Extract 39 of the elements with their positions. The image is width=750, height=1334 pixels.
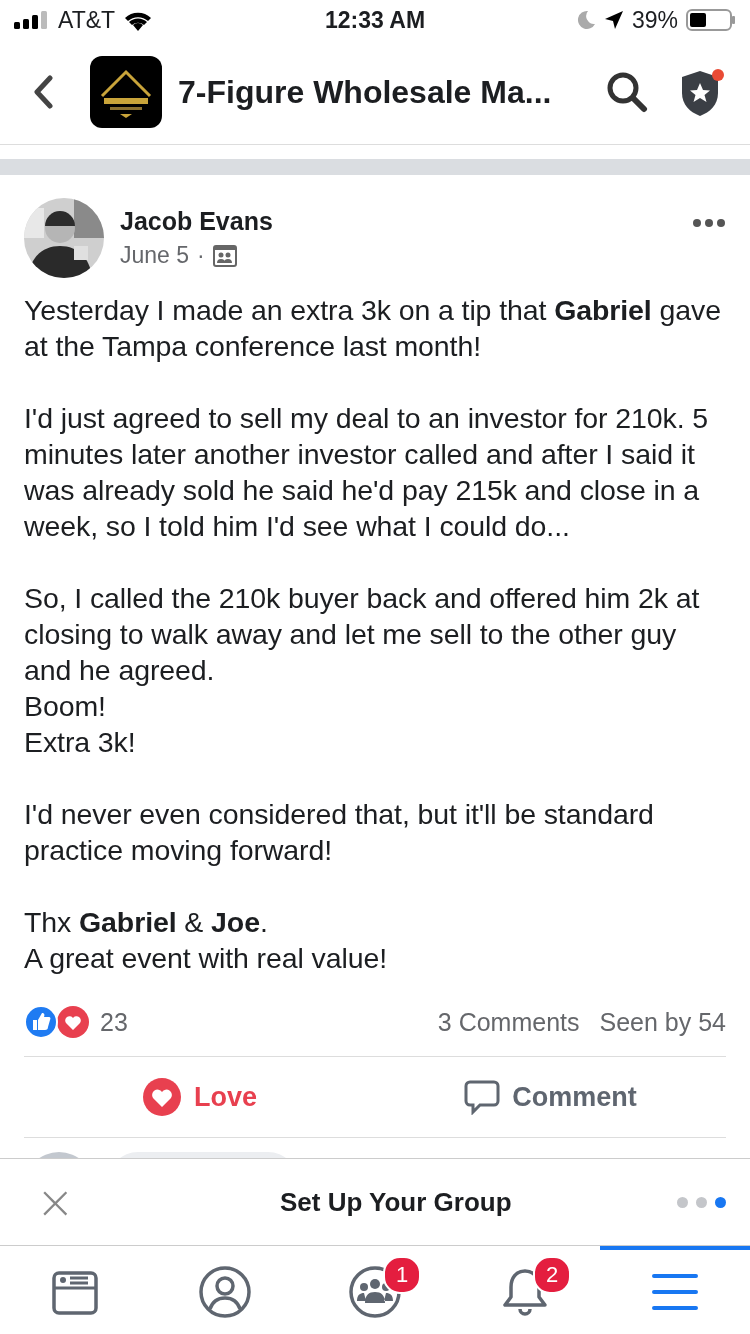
banner-title: Set Up Your Group	[278, 1186, 513, 1218]
comment-button[interactable]: Comment	[375, 1057, 726, 1137]
notifications-tab[interactable]: 2	[450, 1246, 600, 1334]
signal-icon	[14, 11, 50, 29]
carrier: AT&T	[58, 6, 116, 34]
post-text: I'd just agreed to sell my deal to an investor for 210k. 5 minutes later another investor called and after I said it was already sold he said he'd pay 215k and close in a week, so I told him I'd see what I could do...	[24, 401, 710, 544]
speech-bubble-icon	[464, 1079, 501, 1115]
badge: 2	[533, 1256, 571, 1294]
more-icon[interactable]	[692, 218, 726, 228]
back-icon[interactable]	[32, 75, 54, 109]
reaction-count[interactable]: 23	[100, 1007, 128, 1037]
separator: ·	[197, 242, 205, 269]
post-text: Extra 3k!	[24, 725, 137, 760]
person-icon	[198, 1265, 252, 1319]
post-text: Yesterday I made an extra 3k on a tip that Gabriel gave at the Tampa conference last month!	[24, 293, 722, 364]
badge: 1	[383, 1256, 421, 1294]
group-audience-icon	[212, 244, 237, 267]
battery-percent: 39%	[631, 6, 678, 34]
news-feed-icon	[51, 1268, 99, 1316]
author-name[interactable]: Jacob Evans	[120, 207, 676, 236]
groups-tab[interactable]: 1	[300, 1246, 450, 1334]
group-title: 7-Figure Wholesale Ma...	[178, 73, 553, 111]
search-icon[interactable]	[606, 71, 648, 113]
post-text: I'd never even considered that, but it'll be standard practice moving forward!	[24, 797, 655, 868]
seen-count[interactable]: Seen by 54	[599, 1007, 726, 1037]
post-text: Boom!	[24, 689, 107, 724]
clock: 12:33 AM	[324, 6, 426, 34]
post-text: Thx Gabriel & Joe.	[24, 905, 269, 940]
post-text: A great event with real value!	[24, 941, 388, 976]
menu-icon	[651, 1272, 699, 1312]
close-button[interactable]: ×	[36, 1179, 75, 1225]
battery-icon	[686, 9, 736, 31]
location-icon	[603, 10, 624, 30]
post-text: So, I called the 210k buyer back and offered him 2k at closing to walk away and let me sell to the other guy and he agreed.	[24, 581, 701, 688]
reactions-icon	[24, 1005, 90, 1039]
post-date[interactable]: June 5	[120, 242, 190, 269]
comment-count[interactable]: 3 Comments	[437, 1007, 580, 1037]
love-button[interactable]: Love	[24, 1057, 375, 1137]
moon-icon	[575, 10, 596, 30]
